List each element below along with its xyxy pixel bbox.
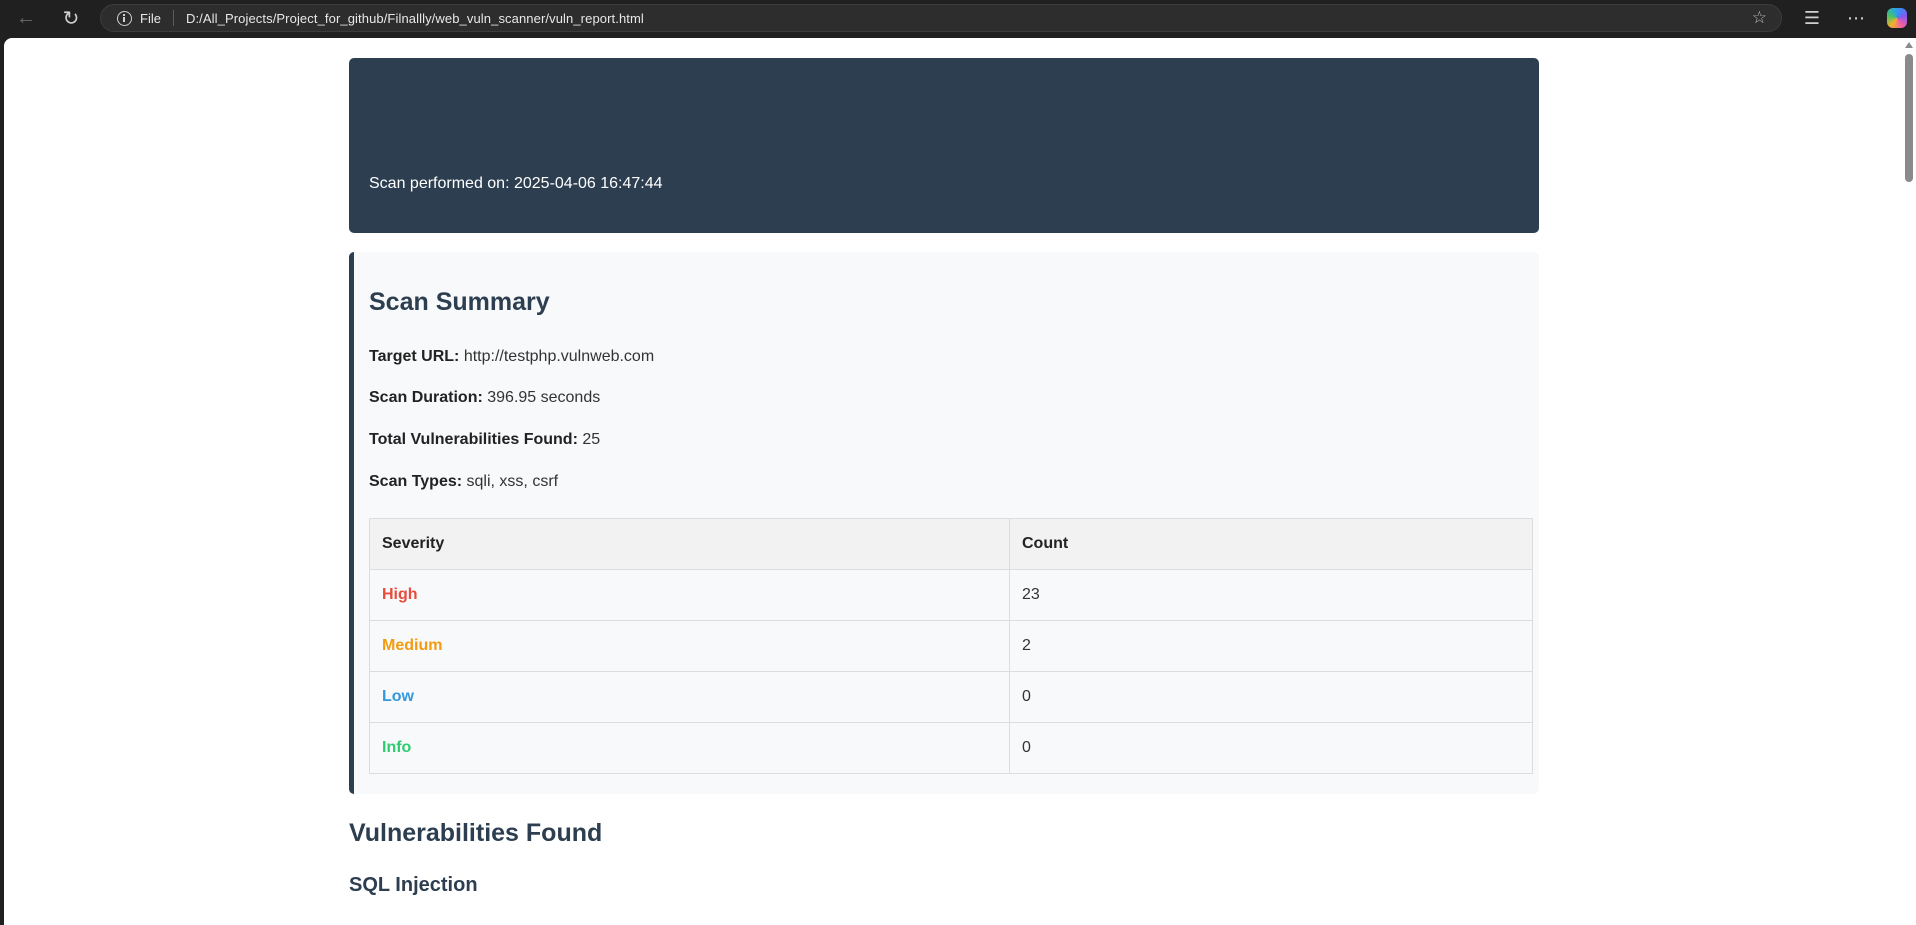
browser-toolbar: ← ↻ File D:/All_Projects/Project_for_git… [0,0,1916,36]
back-arrow-icon[interactable]: ← [10,4,42,32]
count-low: 0 [1009,671,1533,723]
target-url-label: Target URL: [369,348,460,365]
total-vulns-label: Total Vulnerabilities Found: [369,431,578,448]
page-viewport: Scan performed on: 2025-04-06 16:47:44 S… [4,38,1902,925]
vulnerabilities-title: Vulnerabilities Found [349,819,603,847]
table-row: Medium 2 [369,620,1533,672]
address-bar[interactable]: File D:/All_Projects/Project_for_github/… [100,4,1782,32]
count-header: Count [1009,518,1533,570]
table-row: Info 0 [369,722,1533,774]
target-url-value: http://testphp.vulnweb.com [463,348,655,365]
scan-summary-card: Scan Summary Target URL: http://testphp.… [349,252,1539,794]
file-label: File [140,10,161,26]
target-url-row: Target URL: http://testphp.vulnweb.com [369,348,654,366]
severity-info: Info [369,722,1010,774]
count-high: 23 [1009,569,1533,621]
scan-date: Scan performed on: 2025-04-06 16:47:44 [369,175,663,192]
scan-duration-label: Scan Duration: [369,389,483,406]
address-separator [172,10,174,26]
vertical-scrollbar[interactable] [1902,38,1916,925]
scan-types-row: Scan Types: sqli, xss, csrf [369,473,558,491]
table-header-row: Severity Count [369,518,1533,570]
more-icon[interactable]: ⋯ [1841,4,1871,32]
count-medium: 2 [1009,620,1533,672]
url-text[interactable]: D:/All_Projects/Project_for_github/Filna… [186,11,644,26]
scan-duration-row: Scan Duration: 396.95 seconds [369,389,600,407]
severity-medium: Medium [369,620,1010,672]
summary-title: Scan Summary [369,288,550,316]
sql-injection-title: SQL Injection [349,874,478,896]
severity-table: Severity Count High 23 Medium 2 Low 0 In… [369,518,1533,774]
star-icon[interactable]: ☆ [1752,8,1767,28]
copilot-icon [1887,8,1907,28]
scroll-up-icon[interactable] [1905,42,1913,48]
scan-duration-value: 396.95 seconds [487,389,601,406]
scan-types-value: sqli, xss, csrf [466,473,559,490]
report-header: Scan performed on: 2025-04-06 16:47:44 [349,58,1539,233]
total-vulns-value: 25 [582,431,601,448]
table-row: Low 0 [369,671,1533,723]
severity-header: Severity [369,518,1010,570]
refresh-icon[interactable]: ↻ [55,4,87,32]
table-row: High 23 [369,569,1533,621]
severity-low: Low [369,671,1010,723]
severity-high: High [369,569,1010,621]
count-info: 0 [1009,722,1533,774]
scroll-thumb[interactable] [1905,54,1913,182]
info-icon[interactable] [117,10,132,26]
total-vulns-row: Total Vulnerabilities Found: 25 [369,431,600,449]
scan-types-label: Scan Types: [369,473,463,490]
copilot-button[interactable] [1882,4,1912,32]
favorites-icon[interactable]: ☰ [1797,4,1827,32]
